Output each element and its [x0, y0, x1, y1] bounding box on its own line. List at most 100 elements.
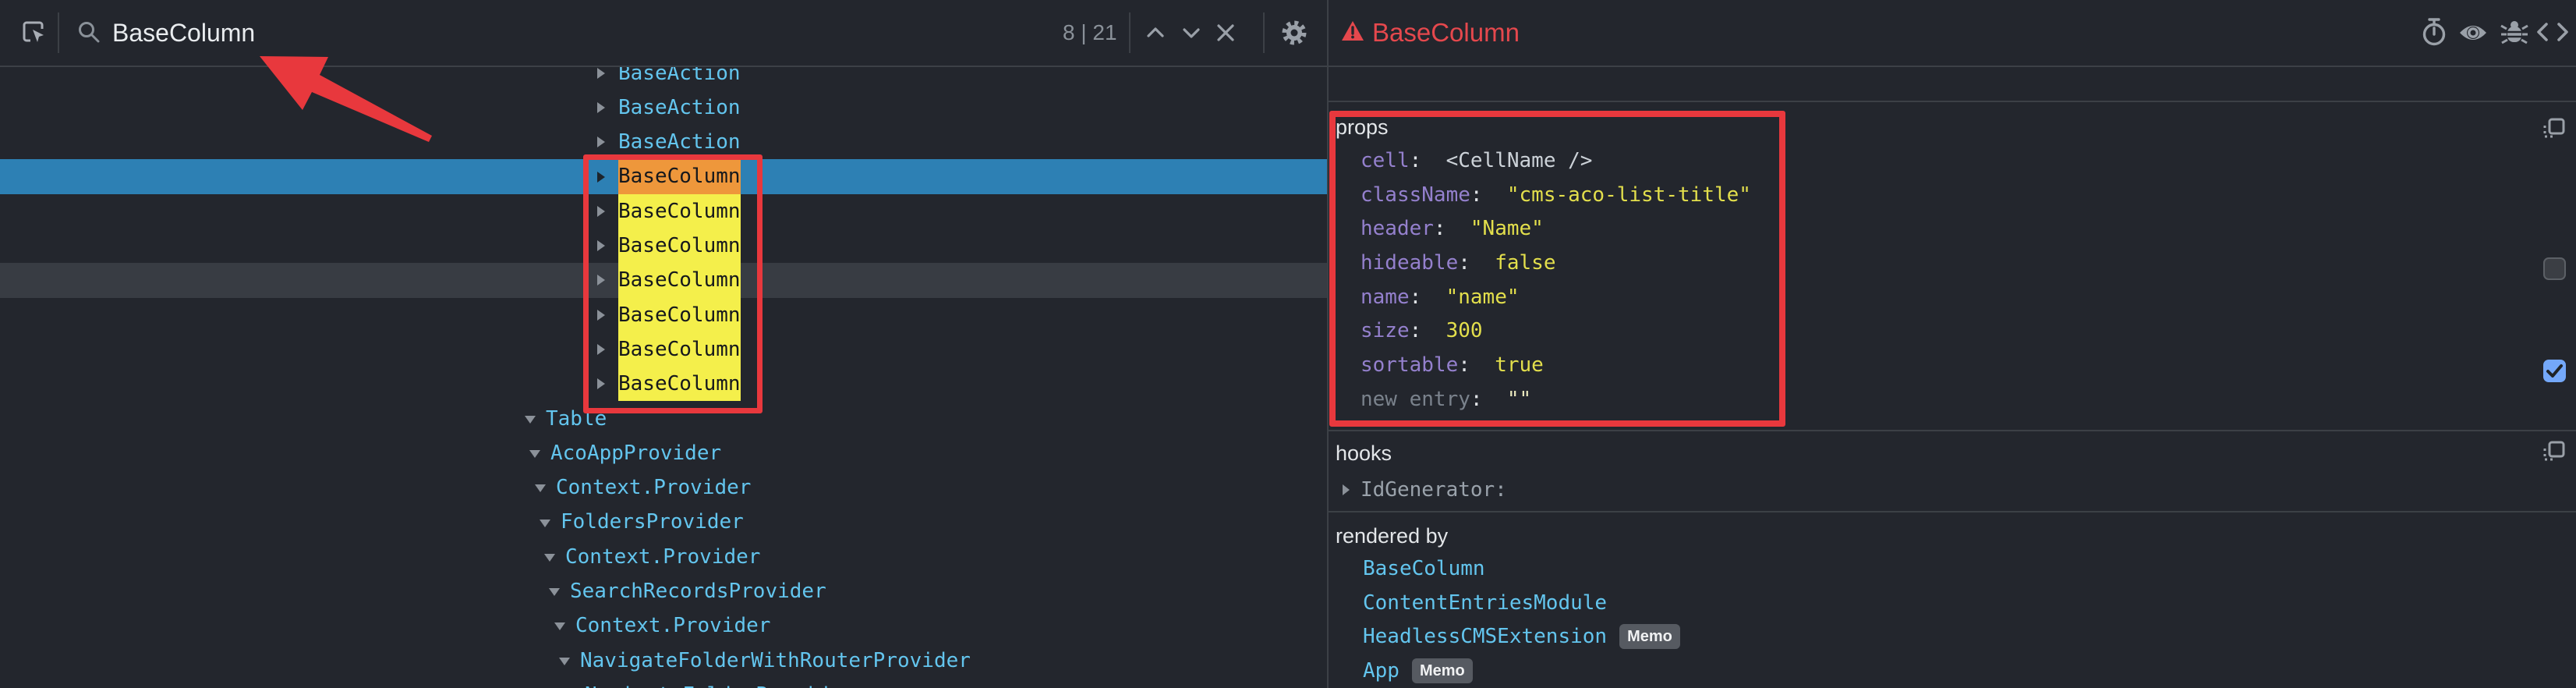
tree-row-label: Table [546, 402, 607, 436]
chevron-down-icon[interactable] [549, 588, 560, 596]
suspend-timer-icon[interactable] [2420, 17, 2448, 47]
previous-match-icon[interactable] [1145, 23, 1166, 42]
chevron-down-icon[interactable] [554, 622, 565, 630]
tree-row[interactable]: BaseColumn [0, 332, 1327, 367]
rendered-by-item[interactable]: HeadlessCMSExtensionMemo [1328, 620, 2576, 654]
hideable-checkbox-unchecked[interactable] [2543, 257, 2566, 280]
chevron-right-icon[interactable] [597, 275, 605, 285]
prop-row[interactable]: new entry: "" [1328, 383, 2576, 417]
tree-row[interactable]: BaseColumn [0, 263, 1327, 297]
prop-key: className [1361, 183, 1470, 207]
tree-row[interactable]: SearchRecordsProvider [0, 574, 1327, 608]
tree-row[interactable]: BaseAction [0, 66, 1327, 90]
rendered-by-section-label: rendered by [1336, 524, 1448, 548]
copy-hooks-icon[interactable] [2542, 440, 2567, 465]
tree-row[interactable]: Context.Provider [0, 470, 1327, 505]
chevron-right-icon[interactable] [597, 102, 605, 113]
prop-value[interactable]: "name" [1446, 285, 1520, 309]
props-section-border [1329, 101, 2576, 102]
tree-row-label: NavigateFolderProvider [585, 678, 853, 688]
tree-row[interactable]: Context.Provider [0, 608, 1327, 643]
rendered-by-component-link[interactable]: HeadlessCMSExtension [1363, 625, 1607, 648]
tree-row[interactable]: NavigateFolderWithRouterProvider [0, 644, 1327, 678]
tree-row-label: BaseColumn [618, 298, 741, 332]
chevron-down-icon[interactable] [544, 554, 555, 562]
tree-row[interactable]: BaseAction [0, 90, 1327, 125]
settings-gear-icon[interactable] [1280, 19, 1308, 47]
chevron-right-icon[interactable] [597, 172, 605, 183]
prop-row[interactable]: className: "cms-aco-list-title" [1328, 179, 2576, 213]
view-source-code-icon[interactable] [2535, 20, 2570, 44]
chevron-down-icon[interactable] [559, 658, 570, 665]
inspect-element-icon[interactable] [20, 19, 47, 45]
rendered-by-component-link[interactable]: BaseColumn [1363, 557, 1485, 580]
log-data-bug-icon[interactable] [2500, 17, 2529, 47]
search-input[interactable] [112, 14, 1009, 51]
panel-divider[interactable] [1327, 0, 1329, 688]
tree-row[interactable]: BaseColumn [0, 229, 1327, 263]
prop-key: size [1361, 319, 1410, 342]
rendered-by-component-link[interactable]: App [1363, 659, 1399, 683]
memo-badge: Memo [1412, 658, 1473, 683]
chevron-right-icon[interactable] [597, 240, 605, 251]
prop-row[interactable]: header: "Name" [1328, 212, 2576, 246]
tree-row[interactable]: Table [0, 402, 1327, 436]
inspected-element-header: BaseColumn [1329, 0, 2576, 66]
inspect-dom-eye-icon[interactable] [2457, 22, 2489, 44]
header-border [0, 66, 2576, 67]
sortable-checkbox-checked[interactable] [2543, 360, 2566, 382]
prop-key: new entry [1361, 388, 1470, 411]
rendered-by-item[interactable]: App Memo [1328, 654, 2576, 688]
tree-row[interactable]: BaseColumn [0, 367, 1327, 401]
clear-search-icon[interactable] [1215, 23, 1236, 43]
prop-value[interactable]: false [1495, 251, 1555, 275]
prop-value[interactable]: 300 [1446, 319, 1483, 342]
chevron-down-icon[interactable] [529, 450, 540, 458]
tree-row-label: BaseColumn [618, 332, 741, 367]
prop-value[interactable]: "cms-aco-list-title" [1507, 183, 1751, 207]
tree-row[interactable]: BaseColumn [0, 159, 1327, 193]
prop-row[interactable]: cell: <CellName /> [1328, 144, 2576, 179]
components-toolbar: 8 | 21 [0, 0, 1327, 66]
props-list: cell: <CellName />className: "cms-aco-li… [1328, 144, 2576, 417]
chevron-right-icon[interactable] [597, 206, 605, 217]
hooks-section-border [1329, 430, 2576, 431]
hook-item[interactable]: IdGenerator: [1328, 473, 2576, 506]
next-match-icon[interactable] [1180, 23, 1202, 42]
prop-row[interactable]: hideable: false [1328, 246, 2576, 281]
rendered-by-component-link[interactable]: ContentEntriesModule [1363, 591, 1607, 615]
chevron-down-icon[interactable] [535, 484, 546, 492]
chevron-down-icon[interactable] [540, 520, 550, 527]
tree-row[interactable]: BaseAction [0, 125, 1327, 159]
rendered-by-item[interactable]: ContentEntriesModule [1328, 587, 2576, 621]
prop-value[interactable]: "" [1507, 388, 1531, 411]
chevron-right-icon[interactable] [597, 68, 605, 79]
prop-row[interactable]: sortable: true [1328, 349, 2576, 383]
prop-row[interactable]: name: "name" [1328, 281, 2576, 315]
chevron-down-icon[interactable] [525, 416, 536, 424]
rendered-by-section-border [1329, 511, 2576, 512]
tree-row[interactable]: AcoAppProvider [0, 436, 1327, 470]
tree-row[interactable]: BaseColumn [0, 298, 1327, 332]
chevron-right-icon[interactable] [597, 344, 605, 355]
tree-row[interactable]: FoldersProvider [0, 505, 1327, 539]
chevron-right-icon[interactable] [597, 310, 605, 321]
tree-row[interactable]: NavigateFolderProvider [0, 678, 1327, 688]
tree-row[interactable]: Context.Provider [0, 540, 1327, 574]
tree-row[interactable]: BaseColumn [0, 194, 1327, 229]
chevron-right-icon[interactable] [597, 378, 605, 389]
hook-name: IdGenerator: [1361, 478, 1507, 502]
search-icon [77, 20, 101, 44]
tree-row-label: BaseColumn [618, 367, 741, 401]
prop-colon: : [1470, 388, 1507, 411]
chevron-right-icon[interactable] [597, 137, 605, 147]
chevron-right-icon[interactable] [1343, 484, 1350, 495]
prop-row[interactable]: size: 300 [1328, 314, 2576, 349]
tree-row-label: BaseColumn [618, 229, 741, 263]
prop-colon: : [1434, 217, 1470, 240]
prop-value[interactable]: true [1495, 353, 1544, 377]
prop-value[interactable]: "Name" [1470, 217, 1544, 240]
copy-props-icon[interactable] [2542, 117, 2567, 142]
prop-value[interactable]: <CellName /> [1446, 149, 1593, 172]
rendered-by-item[interactable]: BaseColumn [1328, 552, 2576, 587]
